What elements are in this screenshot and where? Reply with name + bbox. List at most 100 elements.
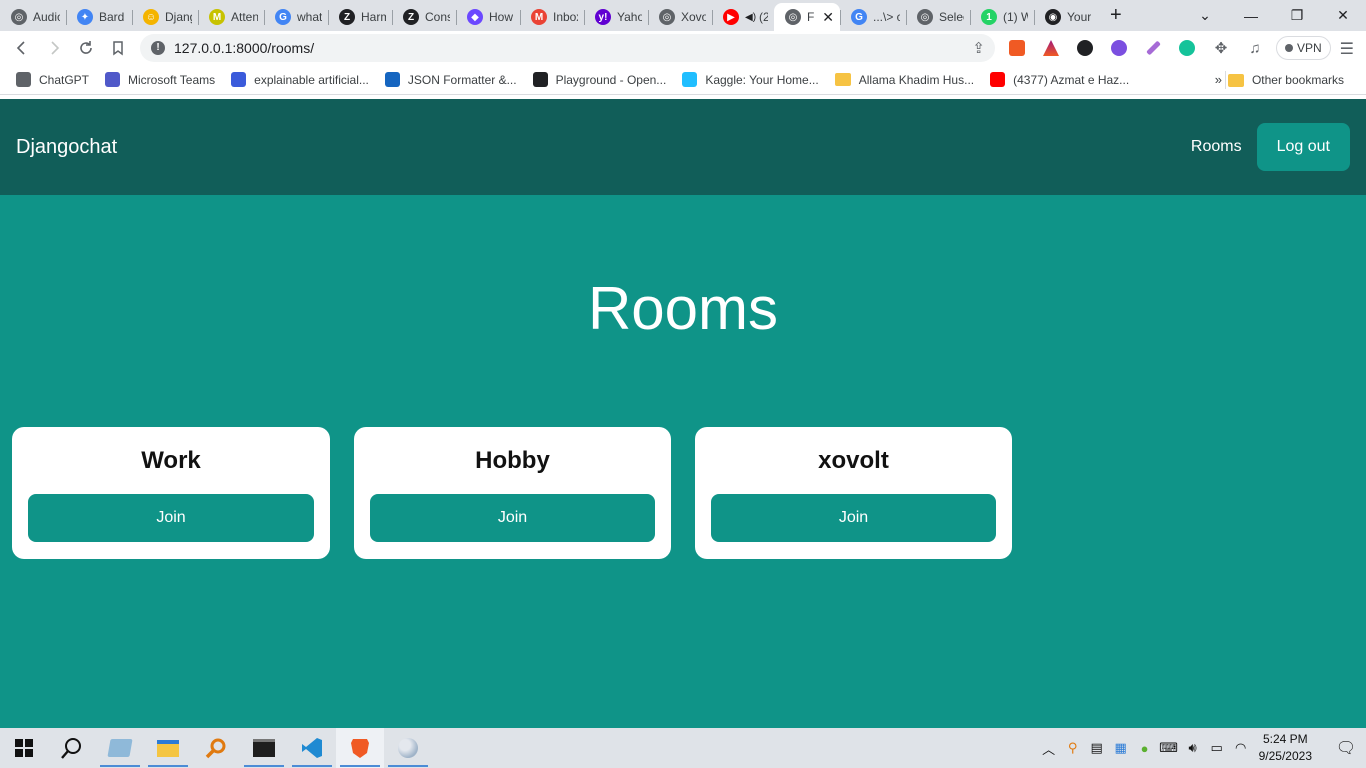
navbar-links: Rooms Log out — [1191, 123, 1350, 171]
tab-favicon-icon: ✦ — [77, 9, 93, 25]
bookmark-item[interactable]: Microsoft Teams — [97, 72, 223, 87]
tab-audio-icon[interactable]: ◀) — [745, 12, 756, 23]
close-window-button[interactable]: ✕ — [1320, 7, 1366, 24]
browser-tab[interactable]: ◆ How — [456, 3, 520, 31]
taskbar-app-terminal[interactable] — [240, 728, 288, 768]
brand-link[interactable]: Djangochat — [16, 136, 117, 159]
start-button[interactable] — [0, 728, 48, 768]
browser-menu-icon[interactable]: ☰ — [1340, 39, 1354, 59]
tab-search-icon[interactable]: ⌄ — [1182, 7, 1228, 24]
share-icon[interactable]: ⇪ — [972, 39, 985, 57]
browser-tab[interactable]: G ...\> c — [840, 3, 906, 31]
brave-shields-icon[interactable] — [1000, 34, 1034, 62]
browser-tab[interactable]: ◎ F ✕ — [774, 3, 840, 31]
minimize-button[interactable]: — — [1228, 8, 1274, 24]
tab-favicon-icon: M — [209, 9, 225, 25]
browser-tab[interactable]: ▶ ◀) (2 — [712, 3, 774, 31]
taskbar-app-paint[interactable] — [384, 728, 432, 768]
bookmark-label: (4377) Azmat e Haz... — [1013, 72, 1130, 87]
search-icon[interactable] — [48, 728, 96, 768]
tab-title: what — [297, 10, 322, 24]
taskbar-app-search-tool[interactable] — [192, 728, 240, 768]
other-bookmarks-folder[interactable]: Other bookmarks — [1220, 65, 1352, 95]
vpn-button[interactable]: VPN — [1276, 36, 1331, 60]
tab-title: (2 — [759, 10, 768, 24]
brave-rewards-icon[interactable] — [1034, 34, 1068, 62]
bookmark-item[interactable]: ChatGPT — [8, 72, 97, 87]
browser-tab[interactable]: ◎ Audic — [0, 3, 66, 31]
browser-tab[interactable]: ◉ Your — [1034, 3, 1100, 31]
clock[interactable]: 5:24 PM 9/25/2023 — [1259, 731, 1312, 765]
tray-app-icon[interactable]: ▦ — [1109, 740, 1133, 756]
other-bookmarks-label: Other bookmarks — [1251, 73, 1344, 87]
feather-extension-icon[interactable] — [1136, 34, 1170, 62]
browser-tab[interactable]: ✦ Bard — [66, 3, 132, 31]
logout-button[interactable]: Log out — [1256, 123, 1350, 171]
browser-tab[interactable]: M Inbox — [520, 3, 584, 31]
browser-tab[interactable]: ◎ Xovo — [648, 3, 712, 31]
system-tray: ︿ ⚲ ▤ ▦ ● ⌨ 🔊︎ ▭ ◠ 5:24 PM 9/25/2023 🗨︎ — [1037, 728, 1366, 768]
taskbar-app-notepad[interactable] — [96, 728, 144, 768]
tray-check-icon[interactable]: ● — [1133, 741, 1157, 756]
nav-rooms-link[interactable]: Rooms — [1191, 138, 1242, 156]
site-info-icon[interactable]: ! — [151, 41, 165, 55]
browser-tab[interactable]: 1 (1) W — [970, 3, 1034, 31]
address-bar[interactable]: ! 127.0.0.1:8000/rooms/ ⇪ — [140, 34, 995, 62]
bookmark-favicon-icon — [105, 72, 121, 87]
bookmark-label: Playground - Open... — [555, 72, 667, 87]
bookmark-item[interactable]: JSON Formatter &... — [377, 72, 525, 87]
browser-tab[interactable]: y! Yaho — [584, 3, 648, 31]
forward-icon[interactable] — [38, 33, 70, 63]
tab-title: (1) W — [1003, 10, 1028, 24]
tab-favicon-icon: 1 — [981, 9, 997, 25]
notifications-icon[interactable]: 🗨︎ — [1326, 738, 1366, 758]
bookmark-icon[interactable] — [102, 33, 134, 63]
tab-favicon-icon: Z — [403, 9, 419, 25]
browser-tab[interactable]: ☺ Djang — [132, 3, 198, 31]
browser-tab[interactable]: Z Cons — [392, 3, 456, 31]
tab-favicon-icon: ◎ — [917, 9, 933, 25]
close-tab-icon[interactable]: ✕ — [822, 9, 834, 26]
taskbar-app-vscode[interactable] — [288, 728, 336, 768]
tab-favicon-icon: ☺ — [143, 9, 159, 25]
bookmark-item[interactable]: Kaggle: Your Home... — [674, 72, 826, 87]
bookmarks-bar: ChatGPT Microsoft Teams explainable artifi… — [0, 65, 1366, 95]
bookmark-item[interactable]: (4377) Azmat e Haz... — [982, 72, 1137, 87]
bookmark-item[interactable]: explainable artificial... — [223, 72, 377, 87]
volume-icon[interactable]: 🔊︎ — [1181, 740, 1205, 756]
restore-button[interactable]: ❐ — [1274, 7, 1320, 24]
join-room-button[interactable]: Join — [370, 494, 655, 542]
bookmark-item[interactable]: Allama Khadim Hus... — [827, 73, 982, 87]
join-room-button[interactable]: Join — [28, 494, 314, 542]
tab-title: Harm — [361, 10, 386, 24]
tray-search-tool-icon[interactable]: ⚲ — [1061, 740, 1085, 756]
browser-tab[interactable]: ◎ Selec — [906, 3, 970, 31]
bookmark-item[interactable]: Playground - Open... — [525, 72, 675, 87]
battery-icon[interactable]: ▭ — [1205, 740, 1229, 756]
media-control-icon[interactable]: ♫ — [1238, 34, 1272, 62]
show-hidden-icons-icon[interactable]: ︿ — [1037, 739, 1061, 758]
browser-tab[interactable]: Gwhat — [264, 3, 328, 31]
reload-icon[interactable] — [70, 33, 102, 63]
taskbar-app-brave[interactable] — [336, 728, 384, 768]
wifi-icon[interactable]: ◠ — [1229, 740, 1253, 756]
vpn-status-icon — [1285, 44, 1293, 52]
folder-icon — [1227, 73, 1244, 87]
url-text[interactable]: 127.0.0.1:8000/rooms/ — [174, 40, 314, 56]
taskbar-app-file-explorer[interactable] — [144, 728, 192, 768]
windows-taskbar: ︿ ⚲ ▤ ▦ ● ⌨ 🔊︎ ▭ ◠ 5:24 PM 9/25/2023 🗨︎ — [0, 728, 1366, 768]
page-content: Djangochat Rooms Log out Rooms Work Join… — [0, 99, 1366, 728]
browser-tab[interactable]: M Atten — [198, 3, 264, 31]
vpn-label: VPN — [1297, 41, 1322, 55]
grammarly-icon[interactable] — [1170, 34, 1204, 62]
tab-title: Atten — [231, 10, 258, 24]
back-icon[interactable] — [6, 33, 38, 63]
browser-tab[interactable]: Z Harm — [328, 3, 392, 31]
purple-extension-icon[interactable] — [1102, 34, 1136, 62]
tray-keyboard-icon[interactable]: ⌨ — [1157, 740, 1181, 756]
tray-display-icon[interactable]: ▤ — [1085, 740, 1109, 756]
extensions-puzzle-icon[interactable]: ✥ — [1204, 34, 1238, 62]
github-icon[interactable] — [1068, 34, 1102, 62]
join-room-button[interactable]: Join — [711, 494, 996, 542]
new-tab-button[interactable]: + — [1100, 4, 1132, 27]
